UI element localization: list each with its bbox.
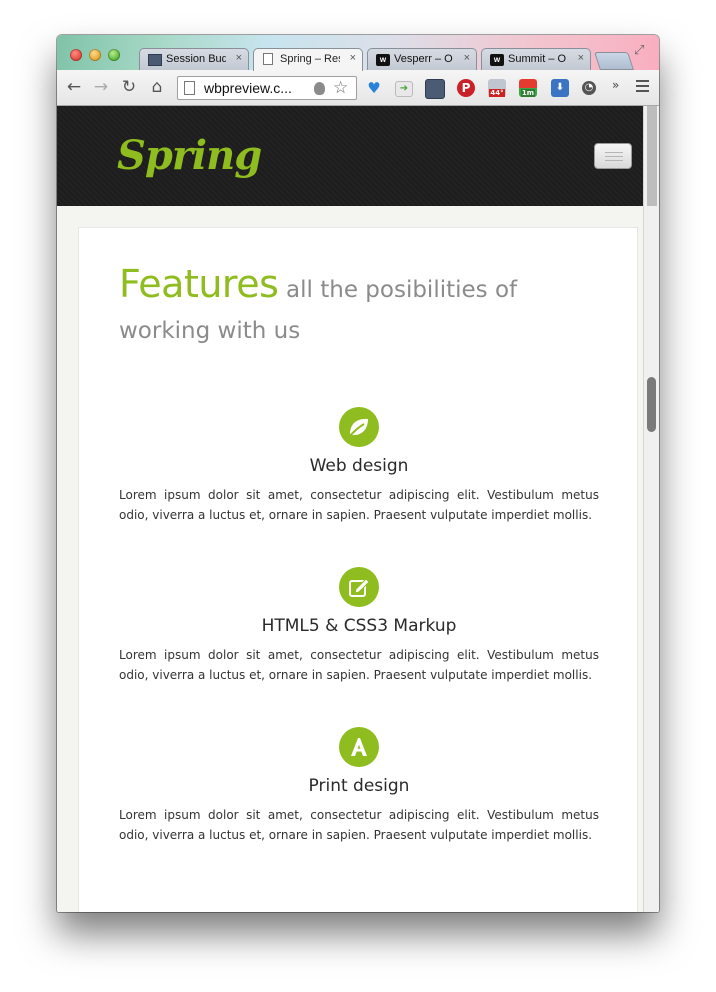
bookmark-star-icon[interactable]: ☆ bbox=[333, 78, 348, 98]
window-minimize-button[interactable] bbox=[89, 49, 101, 61]
overflow-chevron-icon[interactable]: » bbox=[612, 78, 619, 92]
features-title: Features bbox=[119, 262, 279, 306]
feature-text: Lorem ipsum dolor sit amet, consectetur … bbox=[119, 488, 599, 522]
page-icon bbox=[184, 81, 195, 95]
leaf-icon bbox=[339, 407, 379, 447]
tab-summit[interactable]: w Summit – O × bbox=[481, 48, 591, 70]
tab-strip: Session Buddy × Spring – Responsive × w … bbox=[57, 35, 659, 71]
feature-html5-css3: HTML5 & CSS3 Markup Lorem ipsum dolor si… bbox=[119, 567, 599, 685]
timer-badge: 1m bbox=[520, 89, 536, 97]
scrollbar-thumb[interactable] bbox=[647, 377, 656, 432]
close-icon[interactable]: × bbox=[464, 52, 470, 64]
close-icon[interactable]: × bbox=[350, 52, 356, 64]
tab-label: Summit – O bbox=[508, 53, 567, 65]
tab-session-buddy[interactable]: Session Buddy × bbox=[139, 48, 249, 70]
send-extension-icon[interactable]: ➜ bbox=[395, 81, 413, 97]
nav-toggle-button[interactable] bbox=[594, 143, 632, 169]
address-bar[interactable]: wbpreview.c... ☆ bbox=[177, 76, 357, 100]
weather-extension-icon[interactable]: 44° bbox=[488, 79, 506, 97]
scrollbar-track-segment bbox=[647, 106, 657, 206]
download-icon[interactable]: ⬇ bbox=[551, 79, 569, 97]
browser-toolbar: ← → ↻ ⌂ wbpreview.c... ☆ ♥ ➜ P 44° 1m ⬇ … bbox=[57, 70, 659, 106]
feature-print-design: Print design Lorem ipsum dolor sit amet,… bbox=[119, 727, 599, 845]
feature-web-design: Web design Lorem ipsum dolor sit amet, c… bbox=[119, 407, 599, 525]
session-buddy-extension-icon[interactable] bbox=[425, 79, 445, 99]
window-close-button[interactable] bbox=[70, 49, 82, 61]
tab-vesperr[interactable]: w Vesperr – O × bbox=[367, 48, 477, 70]
menu-icon[interactable] bbox=[636, 80, 649, 94]
weather-badge: 44° bbox=[489, 89, 505, 97]
feature-title: Web design bbox=[309, 456, 409, 476]
lightbulb-icon[interactable] bbox=[314, 82, 325, 95]
reload-icon[interactable]: ↻ bbox=[119, 76, 139, 98]
site-header: Spring bbox=[57, 106, 643, 206]
edit-icon bbox=[339, 567, 379, 607]
feature-text: Lorem ipsum dolor sit amet, consectetur … bbox=[119, 648, 599, 682]
back-arrow-icon[interactable]: ← bbox=[64, 76, 84, 98]
browser-window: Session Buddy × Spring – Responsive × w … bbox=[57, 35, 659, 912]
features-heading: Features all the posibilities of working… bbox=[119, 264, 559, 351]
forward-arrow-icon[interactable]: → bbox=[91, 76, 111, 98]
fullscreen-icon[interactable]: ⤢ bbox=[634, 44, 648, 58]
page-scrollbar[interactable] bbox=[643, 106, 659, 912]
tab-label: Spring – Responsive bbox=[280, 53, 340, 65]
font-a-icon bbox=[339, 727, 379, 767]
timer-extension-icon[interactable]: 1m bbox=[519, 79, 537, 97]
session-buddy-icon bbox=[148, 54, 162, 66]
feature-title: Print design bbox=[308, 776, 410, 796]
wordpress-w-icon: w bbox=[376, 54, 390, 66]
feature-title: HTML5 & CSS3 Markup bbox=[261, 616, 457, 636]
home-icon[interactable]: ⌂ bbox=[147, 76, 167, 98]
pinterest-icon[interactable]: P bbox=[457, 79, 475, 97]
page-icon bbox=[263, 53, 273, 65]
window-zoom-button[interactable] bbox=[108, 49, 120, 61]
close-icon[interactable]: × bbox=[578, 52, 584, 64]
wordpress-w-icon: w bbox=[490, 54, 504, 66]
new-tab-button[interactable] bbox=[594, 52, 634, 70]
features-section: Features all the posibilities of working… bbox=[78, 227, 638, 912]
tab-label: Vesperr – O bbox=[394, 53, 453, 65]
address-bar-url[interactable]: wbpreview.c... bbox=[204, 80, 292, 96]
site-logo[interactable]: Spring bbox=[117, 132, 262, 179]
tab-spring[interactable]: Spring – Responsive × bbox=[253, 48, 363, 71]
heart-shield-extension-icon[interactable]: ♥ bbox=[365, 79, 383, 97]
page-viewport: Spring Features all the posibilities of … bbox=[57, 106, 659, 912]
clock-icon[interactable]: ◔ bbox=[582, 81, 596, 95]
feature-text: Lorem ipsum dolor sit amet, consectetur … bbox=[119, 808, 599, 842]
close-icon[interactable]: × bbox=[236, 52, 242, 64]
tab-label: Session Buddy bbox=[166, 53, 226, 65]
